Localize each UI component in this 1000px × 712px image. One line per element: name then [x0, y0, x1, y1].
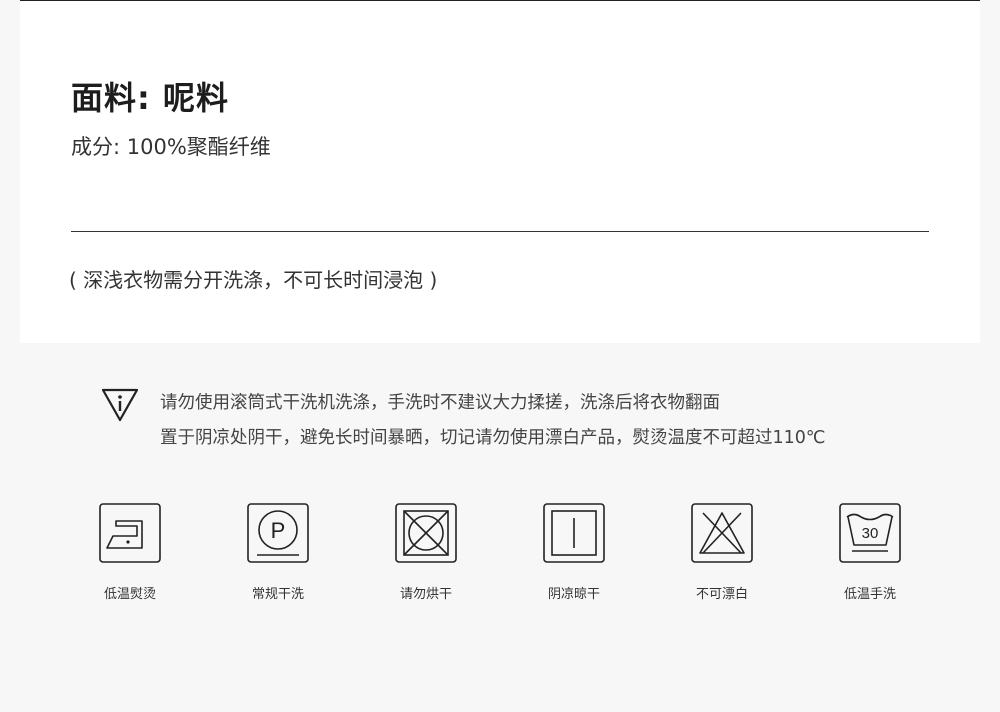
- hand-wash-30-icon: 30: [839, 503, 901, 563]
- care-item-no-tumble-dry: 请勿烘干: [366, 503, 486, 613]
- dry-clean-p-icon: P: [247, 503, 309, 563]
- warning-triangle-icon: [101, 388, 139, 422]
- care-label: 阴凉晾干: [547, 587, 600, 602]
- warning-text-line-2: 置于阴凉处阴干，避免长时间暴晒，切记请勿使用漂白产品，熨烫温度不可超过110℃: [160, 428, 826, 448]
- fabric-composition: 成分: 100%聚酯纤维: [71, 135, 271, 159]
- care-label: 低温手洗: [843, 587, 896, 602]
- svg-text:P: P: [271, 518, 286, 543]
- divider: [71, 231, 929, 232]
- care-item-hand-wash: 30 低温手洗: [810, 503, 930, 613]
- care-item-iron-low: 低温熨烫: [70, 503, 190, 613]
- do-not-tumble-dry-icon: [395, 503, 457, 563]
- care-label: 常规干洗: [251, 587, 304, 602]
- care-item-no-bleach: 不可漂白: [662, 503, 782, 613]
- care-item-dry-clean: P 常规干洗: [218, 503, 338, 613]
- shade-dry-icon: [543, 503, 605, 563]
- care-label: 低温熨烫: [103, 587, 156, 602]
- iron-low-temp-icon: [99, 503, 161, 563]
- care-label: 请勿烘干: [399, 587, 452, 602]
- wash-note: ( 深浅衣物需分开洗涤，不可长时间浸泡 ): [69, 268, 438, 292]
- wash-temperature: 30: [862, 525, 879, 542]
- care-label: 不可漂白: [695, 587, 748, 602]
- fabric-info-card: 面料: 呢料 成分: 100%聚酯纤维 ( 深浅衣物需分开洗涤，不可长时间浸泡 …: [20, 0, 980, 343]
- fabric-title: 面料: 呢料: [71, 79, 229, 117]
- care-item-shade-dry: 阴凉晾干: [514, 503, 634, 613]
- warning-text-line-1: 请勿使用滚筒式干洗机洗涤，手洗时不建议大力揉搓，洗涤后将衣物翻面: [160, 393, 720, 413]
- do-not-bleach-icon: [691, 503, 753, 563]
